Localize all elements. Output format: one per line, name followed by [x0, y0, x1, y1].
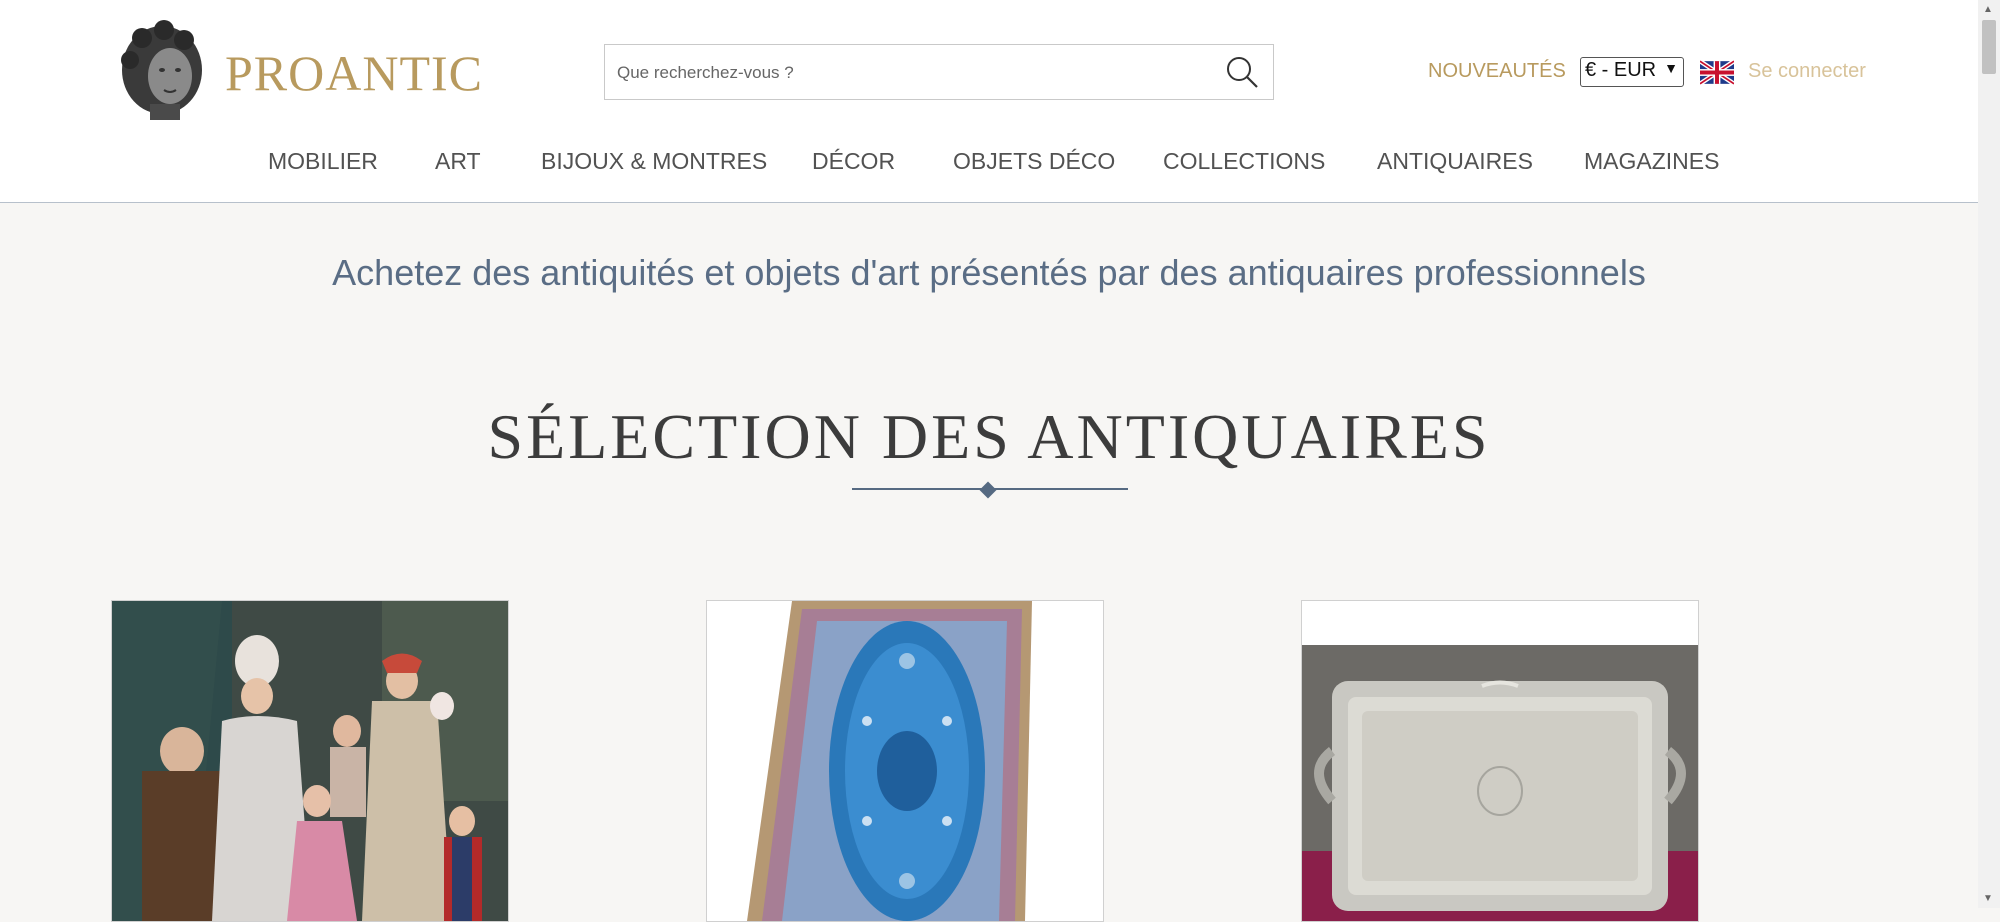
scrollbar-thumb[interactable] — [1982, 20, 1996, 74]
logo-text[interactable]: PROANTIC — [225, 44, 483, 102]
product-card-painting[interactable] — [111, 600, 509, 922]
blue-silk-rug-image — [707, 601, 1103, 921]
currency-selected-value: € - EUR — [1585, 59, 1657, 81]
search-box — [604, 44, 1274, 101]
search-input[interactable] — [615, 45, 1209, 101]
logo-bust-icon[interactable] — [112, 20, 208, 122]
nav-item-objets-deco[interactable]: OBJETS DÉCO — [953, 148, 1115, 175]
page-scrollbar[interactable]: ▲ ▼ — [1978, 0, 2000, 908]
scroll-up-arrow-icon[interactable]: ▲ — [1983, 4, 1993, 15]
uk-flag-icon[interactable] — [1700, 60, 1734, 85]
title-divider-ornament — [979, 481, 997, 499]
family-painting-image — [112, 601, 508, 921]
chevron-down-icon: ▼ — [1664, 60, 1678, 76]
nav-item-decor[interactable]: DÉCOR — [812, 148, 895, 175]
login-link[interactable]: Se connecter — [1748, 60, 1866, 83]
page-tagline: Achetez des antiquités et objets d'art p… — [332, 252, 1646, 293]
search-icon[interactable] — [1225, 55, 1259, 89]
nav-item-mobilier[interactable]: MOBILIER — [268, 148, 378, 175]
nouveautes-link[interactable]: NOUVEAUTÉS — [1428, 60, 1566, 83]
nav-item-antiquaires[interactable]: ANTIQUAIRES — [1377, 148, 1533, 175]
product-card-rug[interactable] — [706, 600, 1104, 922]
scroll-down-arrow-icon[interactable]: ▼ — [1983, 893, 1993, 904]
section-title: SÉLECTION DES ANTIQUAIRES — [487, 401, 1491, 472]
nav-item-magazines[interactable]: MAGAZINES — [1584, 148, 1719, 175]
nav-item-collections[interactable]: COLLECTIONS — [1163, 148, 1325, 175]
currency-select[interactable]: € - EUR ▼ — [1580, 57, 1684, 87]
silver-tray-image — [1302, 601, 1698, 921]
product-card-silver-tray[interactable] — [1301, 600, 1699, 922]
nav-item-art[interactable]: ART — [435, 148, 481, 175]
site-header: PROANTIC NOUVEAUTÉS € - EUR ▼ Se connect… — [0, 0, 1978, 203]
nav-item-bijoux-montres[interactable]: BIJOUX & MONTRES — [541, 148, 767, 175]
